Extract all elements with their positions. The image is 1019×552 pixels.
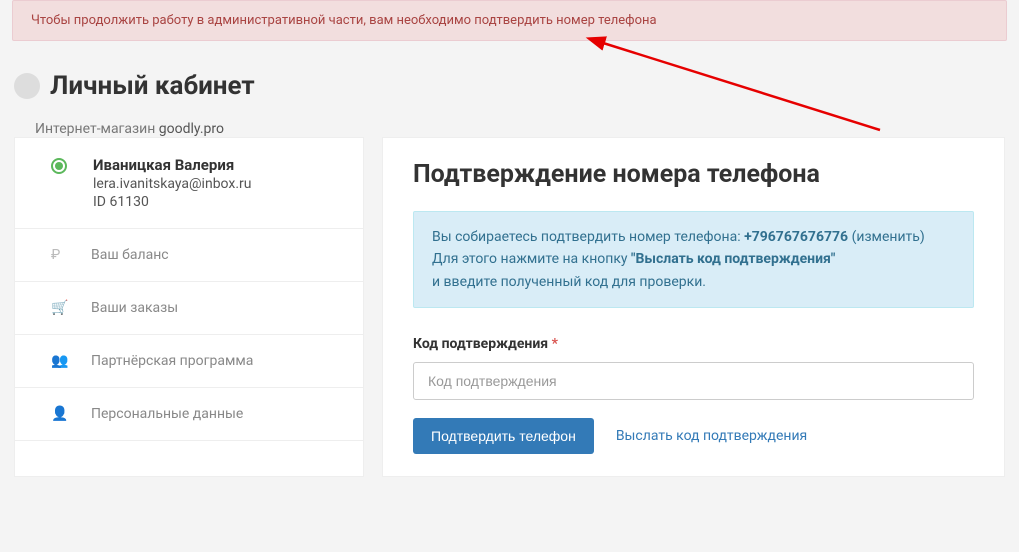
main-title: Подтверждение номера телефона — [413, 160, 974, 189]
users-icon: 👥 — [51, 353, 67, 369]
resend-code-link[interactable]: Выслать код подтверждения — [616, 428, 807, 444]
code-label-text: Код подтверждения — [413, 336, 548, 352]
page-title: Личный кабинет — [50, 71, 255, 101]
alert-text: Чтобы продолжить работу в административн… — [31, 13, 657, 28]
info-line2-prefix: Для этого нажмите на кнопку — [432, 251, 631, 267]
alert-banner: Чтобы продолжить работу в административн… — [12, 0, 1007, 41]
info-panel: Вы собираетесь подтвердить номер телефон… — [413, 211, 974, 308]
page-subtitle: Интернет-магазин goodly.pro — [35, 121, 1019, 137]
store-name: goodly.pro — [159, 121, 224, 137]
person-icon: 👤 — [51, 406, 67, 422]
avatar-icon — [14, 73, 40, 99]
sidebar-item-label: Персональные данные — [91, 406, 243, 422]
confirm-phone-button[interactable]: Подтвердить телефон — [413, 418, 594, 454]
online-status-icon — [51, 158, 67, 174]
info-line1-prefix: Вы собираетесь подтвердить номер телефон… — [432, 229, 744, 245]
sidebar-item-personal[interactable]: 👤 Персональные данные — [15, 388, 363, 441]
sidebar: Иваницкая Валерия lera.ivanitskaya@inbox… — [14, 137, 364, 477]
sidebar-item-label: Ваши заказы — [91, 300, 178, 316]
code-input[interactable] — [413, 362, 974, 400]
main-content: Подтверждение номера телефона Вы собирае… — [382, 137, 1005, 477]
phone-number: +796767676776 — [744, 229, 848, 245]
info-line2-bold: "Выслать код подтверждения" — [631, 251, 835, 267]
info-line3: и введите полученный код для проверки. — [432, 274, 706, 290]
user-id: ID 61130 — [93, 194, 343, 210]
cart-icon: 🛒 — [51, 300, 67, 316]
sidebar-item-partner[interactable]: 👥 Партнёрская программа — [15, 335, 363, 388]
user-name: Иваницкая Валерия — [93, 156, 343, 174]
sidebar-item-orders[interactable]: 🛒 Ваши заказы — [15, 282, 363, 335]
sidebar-item-balance[interactable]: ₽ Ваш баланс — [15, 229, 363, 282]
sidebar-item-label: Партнёрская программа — [91, 353, 253, 369]
page-header: Личный кабинет — [14, 71, 1019, 101]
code-label: Код подтверждения * — [413, 336, 974, 352]
user-email: lera.ivanitskaya@inbox.ru — [93, 176, 343, 192]
user-profile-box: Иваницкая Валерия lera.ivanitskaya@inbox… — [15, 138, 363, 229]
sidebar-item-label: Ваш баланс — [91, 247, 169, 263]
subtitle-prefix: Интернет-магазин — [35, 121, 159, 137]
ruble-icon: ₽ — [51, 247, 67, 263]
change-phone-link[interactable]: (изменить) — [852, 229, 925, 245]
required-mark: * — [552, 336, 558, 352]
